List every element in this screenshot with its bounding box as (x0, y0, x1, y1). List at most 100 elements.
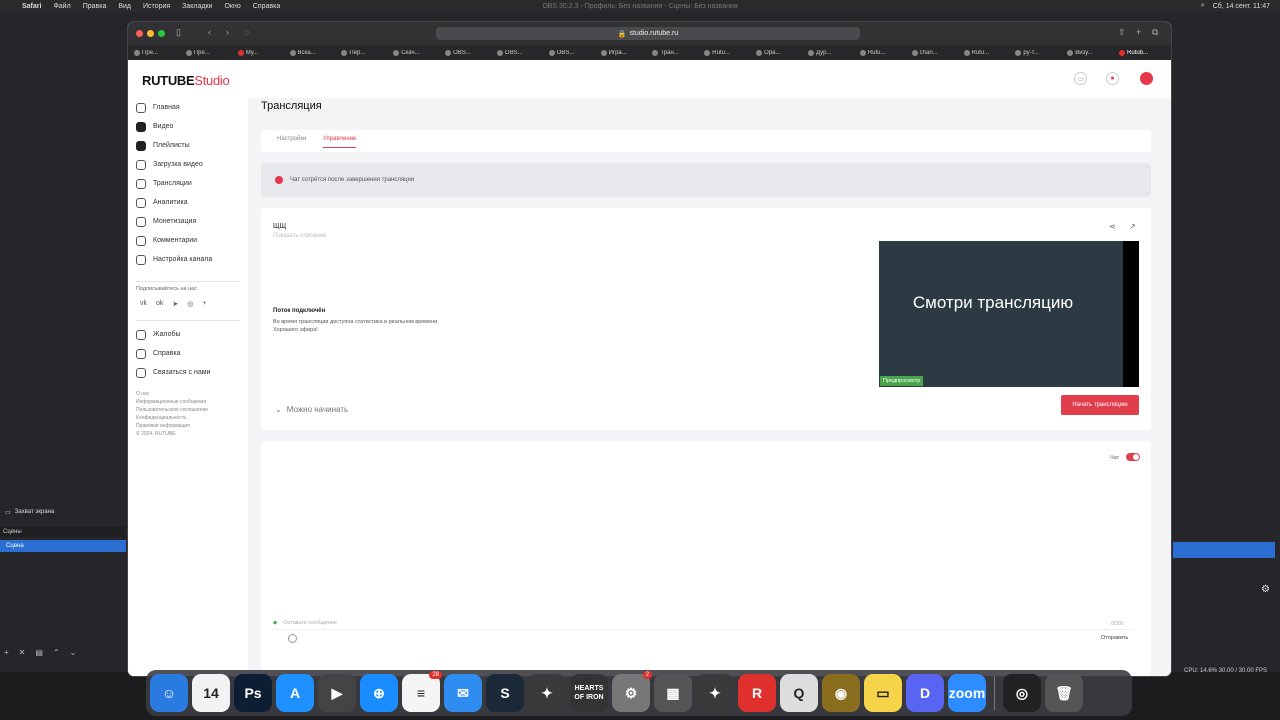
ok-icon[interactable]: ok (156, 300, 163, 308)
browser-tab[interactable]: Му... (237, 49, 290, 56)
forward-icon[interactable]: › (226, 27, 229, 37)
dock-finder-icon[interactable]: ☺ (150, 674, 188, 712)
footer-link[interactable]: Конфиденциальность (136, 414, 248, 422)
browser-tab[interactable]: Пре... (134, 49, 186, 56)
dock-reminders-icon[interactable]: ≡ 28 (402, 671, 442, 712)
obs-source[interactable]: ▭ Захват экрана (2, 506, 128, 518)
browser-tab[interactable]: Opa... (756, 49, 808, 56)
share-icon[interactable]: ⇧ (1118, 27, 1126, 38)
emoji-icon[interactable] (288, 634, 297, 643)
dock-quicktime-icon[interactable]: Q (780, 674, 818, 712)
browser-tab[interactable]: OBS... (496, 49, 549, 56)
sidebar-item-video[interactable]: Видео (128, 117, 248, 136)
external-link-icon[interactable]: ↗ (1129, 222, 1136, 231)
dock-launchpad-icon[interactable]: ▦ (654, 674, 692, 712)
tab-overview-icon[interactable]: ⧉ (1152, 27, 1158, 38)
search-icon[interactable]: ⌕ (1201, 2, 1205, 10)
obs-scene-item[interactable]: Сцена (0, 540, 126, 552)
browser-tab-active[interactable]: Rutub... (1119, 49, 1171, 56)
sidebar-icon[interactable]: ▯ (176, 27, 181, 38)
tab-settings[interactable]: Настройки (277, 136, 306, 142)
browser-tab[interactable]: ру-т... (1015, 49, 1067, 56)
sidebar-item-analytics[interactable]: Аналитика (128, 193, 248, 212)
sidebar-item-help[interactable]: Справка (128, 344, 248, 363)
sidebar-item-home[interactable]: Главная (128, 98, 248, 117)
chat-toggle[interactable] (1126, 453, 1140, 461)
menu-app[interactable]: Safari (22, 3, 41, 10)
dock-appstore-icon[interactable]: A (276, 674, 314, 712)
dock-notes-icon[interactable]: ▭ (864, 674, 902, 712)
tab-management[interactable]: Управление (323, 136, 357, 148)
browser-tab[interactable]: Скач... (393, 49, 445, 56)
ready-expander[interactable]: ⌄ Можно начинать (275, 405, 348, 414)
start-broadcast-button[interactable]: Начать трансляцию (1061, 395, 1139, 415)
share-icon[interactable]: ⋖ (1109, 222, 1116, 231)
zoom-window-button[interactable] (158, 30, 165, 37)
clock[interactable]: Сб, 14 сент. 11:47 (1213, 3, 1270, 10)
close-window-button[interactable] (136, 30, 143, 37)
dock-system-settings-icon[interactable]: ⚙ 2 (612, 671, 652, 712)
footer-link[interactable]: Пользовательское соглашение (136, 406, 248, 414)
footer-link[interactable]: О нас (136, 390, 248, 398)
browser-tab[interactable]: Пер... (341, 49, 393, 56)
chat-input[interactable]: ◆ Оставьте сообщение (273, 616, 1133, 630)
sidebar-item-upload[interactable]: Загрузка видео (128, 155, 248, 174)
menu-item[interactable]: Закладки (182, 3, 212, 10)
menu-item[interactable]: История (143, 3, 170, 10)
dock-mail-icon[interactable]: ✉ (444, 674, 482, 712)
stream-preview[interactable]: Смотри трансляцию Предпросмотр (879, 241, 1139, 387)
address-bar[interactable]: 🔒 studio.rutube.ru (436, 27, 860, 40)
dock-game1-icon[interactable]: ✦ (528, 674, 566, 712)
dock-rutube-app-icon[interactable]: R (738, 674, 776, 712)
browser-tab[interactable]: chan... (911, 49, 964, 56)
back-icon[interactable]: ‹ (208, 27, 211, 37)
sidebar-item-channel-settings[interactable]: Настройка канала (128, 250, 248, 269)
zen-icon[interactable]: ◎ (187, 300, 193, 308)
obs-selected-row[interactable] (1173, 542, 1275, 558)
dock-zoom-icon[interactable]: zoom (948, 674, 986, 712)
dock-game3-icon[interactable]: ◉ (822, 674, 860, 712)
dock-photoshop-icon[interactable]: Ps (234, 674, 272, 712)
footer-link[interactable]: Правовая информация (136, 422, 248, 430)
minimize-window-button[interactable] (147, 30, 154, 37)
browser-tab[interactable]: Rutu... (963, 49, 1016, 56)
menu-item[interactable]: Вид (118, 3, 131, 10)
browser-tab[interactable]: Rutu... (704, 49, 756, 56)
dock-calendar-icon[interactable]: 14 (192, 674, 230, 712)
browser-tab[interactable]: Тран... (652, 49, 704, 56)
dock-finalcut-icon[interactable]: ▶ (318, 674, 356, 712)
dock-steam-icon[interactable]: S (486, 674, 524, 712)
shield-icon[interactable]: ◌ (244, 27, 249, 37)
new-tab-icon[interactable]: + (1136, 27, 1141, 37)
sidebar-item-contact[interactable]: Связаться с нами (128, 363, 248, 382)
sidebar-item-monetization[interactable]: Монетизация (128, 212, 248, 231)
browser-tab[interactable]: Пре... (185, 49, 238, 56)
browser-tab[interactable]: Вска... (289, 49, 342, 56)
filter-icon[interactable]: ▤ (35, 648, 43, 657)
dock-game2-icon[interactable]: ✦ (696, 674, 734, 712)
add-icon[interactable]: + (4, 648, 9, 657)
menu-item[interactable]: Правка (83, 3, 107, 10)
telegram-icon[interactable]: ➤ (172, 300, 178, 308)
dock-safari-icon[interactable]: ⊕ (360, 674, 398, 712)
dock-discord-icon[interactable]: D (906, 674, 944, 712)
sidebar-item-comments[interactable]: Комментарии (128, 231, 248, 250)
menu-item[interactable]: Окно (224, 3, 240, 10)
menu-item[interactable]: Файл (53, 3, 70, 10)
sidebar-item-broadcasts[interactable]: Трансляции (128, 174, 248, 193)
notification-icon[interactable]: ● (1106, 72, 1119, 85)
dock-trash-icon[interactable]: 🗑 (1045, 674, 1083, 712)
browser-tab[interactable]: Rutu... (859, 49, 912, 56)
browser-tab[interactable]: OBS... (548, 49, 601, 56)
rutube-studio-logo[interactable]: RUTUBEStudio (142, 73, 230, 88)
sidebar-item-playlists[interactable]: Плейлисты (128, 136, 248, 155)
down-icon[interactable]: ⌄ (70, 648, 77, 657)
menu-item[interactable]: Справка (253, 3, 280, 10)
footer-link[interactable]: Информационные сообщения (136, 398, 248, 406)
avatar[interactable] (1140, 72, 1153, 85)
more-icon[interactable]: + (202, 300, 206, 308)
dock-obs-icon[interactable]: ◎ (1003, 674, 1041, 712)
up-icon[interactable]: ⌃ (53, 648, 60, 657)
dock-hearts-of-iron-icon[interactable]: HEARTS OF IRON (570, 674, 608, 712)
browser-tab[interactable]: OBS... (445, 49, 497, 56)
